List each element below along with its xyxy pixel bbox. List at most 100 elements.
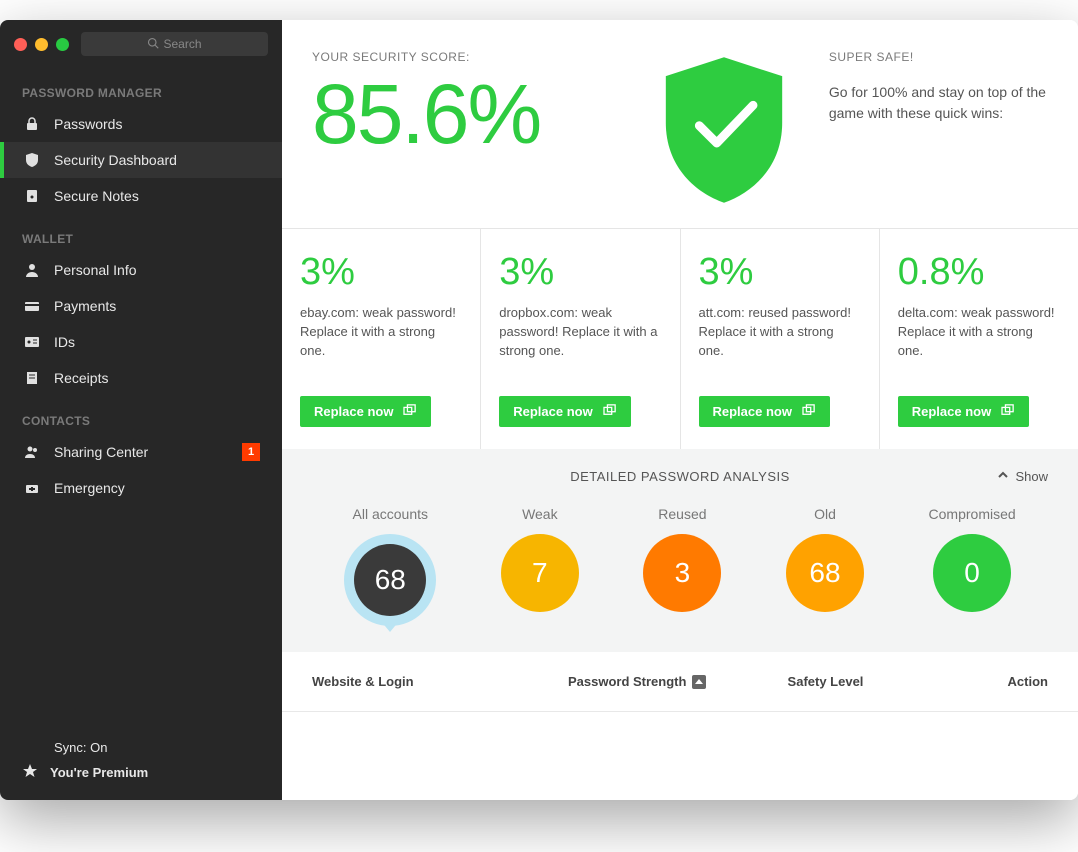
sidebar-item-security-dashboard[interactable]: Security Dashboard — [0, 142, 282, 178]
sidebar-item-label: Passwords — [54, 116, 122, 132]
tip-percent: 3% — [499, 251, 661, 294]
score-panel: YOUR SECURITY SCORE: 85.6% SUPER SAFE! G… — [282, 20, 1078, 228]
sidebar-item-payments[interactable]: Payments — [0, 288, 282, 324]
sidebar-section-title: PASSWORD MANAGER — [0, 68, 282, 106]
sidebar-footer: Sync: On You're Premium — [0, 722, 282, 800]
bubble-label: All accounts — [344, 506, 436, 522]
sidebar-item-label: Sharing Center — [54, 444, 148, 460]
titlebar: Search — [0, 20, 282, 68]
sidebar-item-emergency[interactable]: Emergency — [0, 470, 282, 506]
tip-percent: 0.8% — [898, 251, 1060, 294]
tip-text: dropbox.com: weak password! Replace it w… — [499, 304, 661, 380]
replace-now-button[interactable]: Replace now — [699, 396, 830, 427]
sidebar-item-receipts[interactable]: Receipts — [0, 360, 282, 396]
col-safety-level[interactable]: Safety Level — [740, 674, 911, 689]
bubble-value: 3 — [643, 534, 721, 612]
chevron-up-icon — [997, 469, 1009, 484]
sidebar-item-ids[interactable]: IDs — [0, 324, 282, 360]
analysis-show-toggle[interactable]: Show — [997, 469, 1048, 484]
tips-row: 3% ebay.com: weak password! Replace it w… — [282, 228, 1078, 449]
bubble-reused[interactable]: Reused 3 — [643, 506, 721, 626]
sidebar-section-title: WALLET — [0, 214, 282, 252]
tip-card: 3% dropbox.com: weak password! Replace i… — [481, 229, 680, 449]
bubble-label: Old — [786, 506, 864, 522]
tip-card: 3% ebay.com: weak password! Replace it w… — [282, 229, 481, 449]
id-icon — [22, 332, 42, 352]
score-label: YOUR SECURITY SCORE: — [312, 50, 619, 64]
bubble-value: 0 — [933, 534, 1011, 612]
replace-now-button[interactable]: Replace now — [300, 396, 431, 427]
sidebar-item-personal-info[interactable]: Personal Info — [0, 252, 282, 288]
bubble-value: 68 — [786, 534, 864, 612]
bubble-weak[interactable]: Weak 7 — [501, 506, 579, 626]
card-icon — [22, 296, 42, 316]
shield-icon — [22, 150, 42, 170]
emergency-icon — [22, 478, 42, 498]
sidebar-item-label: Security Dashboard — [54, 152, 177, 168]
button-label: Replace now — [314, 404, 393, 419]
external-icon — [1001, 404, 1015, 419]
analysis-bubbles: All accounts 68 Weak 7 Reused 3 Old 68 — [312, 506, 1048, 626]
bubble-label: Weak — [501, 506, 579, 522]
minimize-window-button[interactable] — [35, 38, 48, 51]
col-action[interactable]: Action — [911, 674, 1048, 689]
tip-percent: 3% — [699, 251, 861, 294]
bubble-value: 7 — [501, 534, 579, 612]
note-icon — [22, 186, 42, 206]
col-website-login[interactable]: Website & Login — [312, 674, 535, 689]
bubble-old[interactable]: Old 68 — [786, 506, 864, 626]
sidebar-item-label: Secure Notes — [54, 188, 139, 204]
maximize-window-button[interactable] — [56, 38, 69, 51]
search-icon — [147, 37, 159, 52]
show-label: Show — [1015, 469, 1048, 484]
main-content: YOUR SECURITY SCORE: 85.6% SUPER SAFE! G… — [282, 20, 1078, 800]
sidebar-item-label: Personal Info — [54, 262, 137, 278]
bubble-label: Compromised — [929, 506, 1016, 522]
replace-now-button[interactable]: Replace now — [898, 396, 1029, 427]
tip-text: ebay.com: weak password! Replace it with… — [300, 304, 462, 380]
sidebar-item-label: IDs — [54, 334, 75, 350]
safe-label: SUPER SAFE! — [829, 50, 1048, 64]
tip-percent: 3% — [300, 251, 462, 294]
bubble-all-accounts[interactable]: All accounts 68 — [344, 506, 436, 626]
search-placeholder: Search — [163, 37, 201, 51]
analysis-title: DETAILED PASSWORD ANALYSIS — [312, 469, 1048, 484]
app-window: Search PASSWORD MANAGER Passwords Securi… — [0, 20, 1078, 800]
sidebar-item-label: Receipts — [54, 370, 108, 386]
receipt-icon — [22, 368, 42, 388]
notification-badge: 1 — [242, 443, 260, 461]
bubble-value: 68 — [354, 544, 426, 616]
sidebar-item-label: Emergency — [54, 480, 125, 496]
close-window-button[interactable] — [14, 38, 27, 51]
sidebar-item-sharing-center[interactable]: Sharing Center 1 — [0, 434, 282, 470]
tip-card: 3% att.com: reused password! Replace it … — [681, 229, 880, 449]
lock-icon — [22, 114, 42, 134]
col-label: Password Strength — [568, 674, 686, 689]
sidebar-item-passwords[interactable]: Passwords — [0, 106, 282, 142]
bubble-compromised[interactable]: Compromised 0 — [929, 506, 1016, 626]
score-value: 85.6% — [312, 72, 619, 156]
star-icon — [22, 763, 38, 782]
safe-text: Go for 100% and stay on top of the game … — [829, 82, 1048, 124]
sidebar-item-label: Payments — [54, 298, 116, 314]
sidebar-section-title: CONTACTS — [0, 396, 282, 434]
people-icon — [22, 442, 42, 462]
window-controls — [14, 38, 69, 51]
sidebar-item-secure-notes[interactable]: Secure Notes — [0, 178, 282, 214]
shield-graphic — [639, 50, 809, 210]
marker-icon — [380, 620, 400, 632]
sidebar: Search PASSWORD MANAGER Passwords Securi… — [0, 20, 282, 800]
person-icon — [22, 260, 42, 280]
button-label: Replace now — [713, 404, 792, 419]
table-header: Website & Login Password Strength Safety… — [282, 652, 1078, 712]
button-label: Replace now — [912, 404, 991, 419]
bubble-label: Reused — [643, 506, 721, 522]
external-icon — [403, 404, 417, 419]
analysis-panel: DETAILED PASSWORD ANALYSIS Show All acco… — [282, 449, 1078, 652]
col-password-strength[interactable]: Password Strength — [535, 674, 740, 689]
search-input[interactable]: Search — [81, 32, 268, 56]
premium-label: You're Premium — [50, 765, 148, 780]
tip-card: 0.8% delta.com: weak password! Replace i… — [880, 229, 1078, 449]
button-label: Replace now — [513, 404, 592, 419]
replace-now-button[interactable]: Replace now — [499, 396, 630, 427]
